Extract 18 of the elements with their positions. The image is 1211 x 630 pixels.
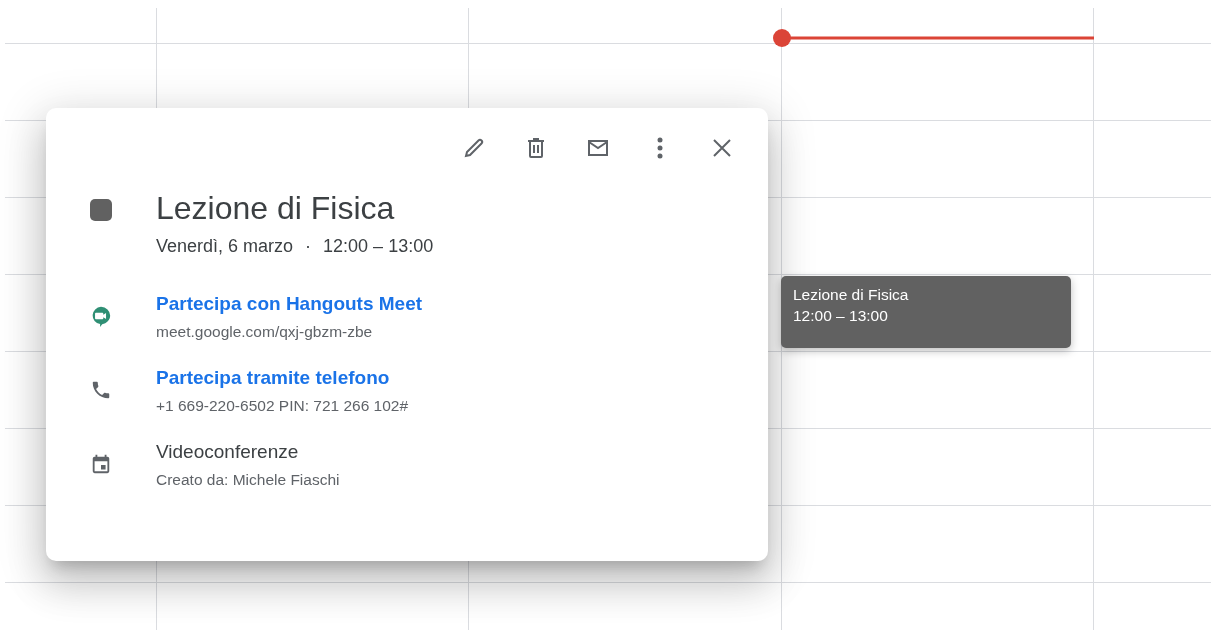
- detail-text: +1 669-220-6502 PIN: 721 266 102#: [156, 397, 409, 415]
- tooltip-time: 12:00 – 13:00: [793, 306, 889, 326]
- detail-text: meet.google.com/qxj-gbzm-zbe: [156, 323, 374, 341]
- close-icon: [712, 138, 732, 158]
- tooltip-title: Lezione di Fisica: [793, 285, 910, 305]
- event-time: 12:00 – 13:00: [323, 236, 434, 257]
- more-icon: [657, 137, 663, 159]
- join-link[interactable]: Partecipa con Hangouts Meet: [156, 293, 423, 314]
- separator-dot: ·: [305, 236, 312, 257]
- event-title: Lezione di Fisica: [156, 189, 396, 228]
- video-chat-icon: [90, 304, 112, 328]
- pencil-icon: [462, 136, 486, 160]
- phone-icon: [90, 379, 112, 401]
- calendar-icon: [90, 453, 112, 475]
- join-link[interactable]: Partecipa tramite telefono: [156, 367, 390, 388]
- detail-text: Creato da: Michele Fiaschi: [156, 471, 340, 489]
- event-date: Venerdì, 6 marzo: [156, 236, 294, 257]
- calendar-name: Videoconferenze: [156, 440, 300, 464]
